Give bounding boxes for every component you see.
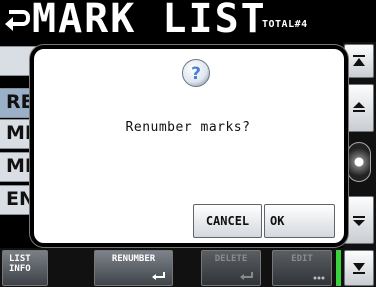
jump-to-bottom-icon bbox=[353, 263, 365, 274]
edit-button[interactable]: EDIT bbox=[272, 250, 332, 286]
page-title: MARK LIST bbox=[32, 0, 267, 42]
active-indicator bbox=[336, 250, 341, 286]
scroll-up-icon bbox=[353, 102, 365, 112]
list-info-button[interactable]: LIST INFO bbox=[2, 250, 48, 286]
dialog-message: Renumber marks? bbox=[125, 120, 251, 135]
corner-arrow-icon bbox=[152, 272, 165, 280]
total-count: TOTAL#4 bbox=[262, 19, 308, 30]
screen: MARK LIST TOTAL#4 RE MF MF EN LIST INFO bbox=[0, 0, 376, 287]
cancel-button[interactable]: CANCEL bbox=[193, 204, 262, 238]
ok-button[interactable]: OK bbox=[264, 204, 335, 238]
ellipsis-icon bbox=[313, 276, 325, 280]
jump-to-top-icon bbox=[353, 55, 365, 66]
renumber-button[interactable]: RENUMBER bbox=[94, 250, 173, 286]
scroll-top-button[interactable] bbox=[344, 44, 374, 78]
delete-label: DELETE bbox=[214, 254, 248, 264]
svg-text:?: ? bbox=[191, 64, 201, 84]
back-icon[interactable] bbox=[3, 4, 31, 34]
scroll-bottom-button[interactable] bbox=[344, 250, 374, 286]
scroll-down-icon bbox=[353, 216, 365, 226]
delete-button[interactable]: DELETE bbox=[201, 250, 261, 286]
edit-label: EDIT bbox=[291, 254, 313, 264]
corner-arrow-icon bbox=[240, 272, 253, 280]
list-info-label: LIST INFO bbox=[9, 254, 31, 274]
scroll-down-button[interactable] bbox=[344, 196, 374, 244]
question-icon: ? bbox=[181, 58, 211, 88]
scroll-thumb[interactable] bbox=[347, 142, 371, 182]
renumber-label: RENUMBER bbox=[111, 254, 156, 264]
